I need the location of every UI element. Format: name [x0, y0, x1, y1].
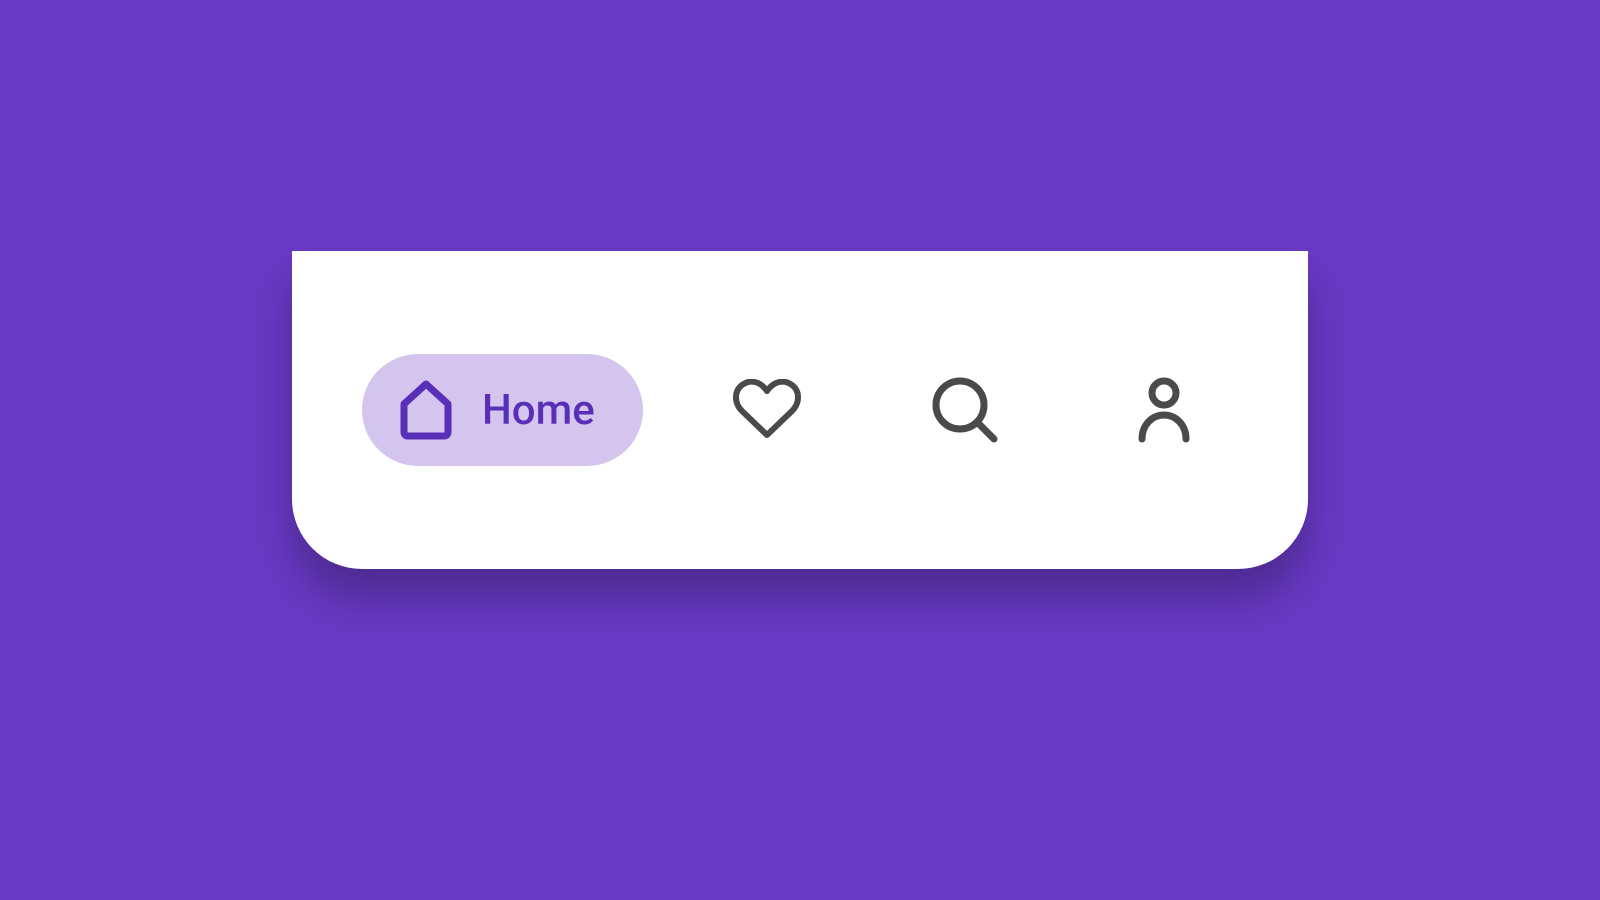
home-icon	[398, 380, 454, 440]
nav-item-profile[interactable]	[1090, 354, 1238, 466]
nav-item-home[interactable]: Home	[362, 354, 643, 466]
bottom-navigation-bar: Home	[292, 251, 1308, 569]
heart-icon	[732, 379, 802, 441]
nav-item-search[interactable]	[891, 354, 1039, 466]
nav-item-favorites[interactable]	[693, 354, 841, 466]
user-icon	[1136, 377, 1192, 443]
nav-item-label: Home	[482, 386, 595, 435]
search-icon	[932, 377, 998, 443]
